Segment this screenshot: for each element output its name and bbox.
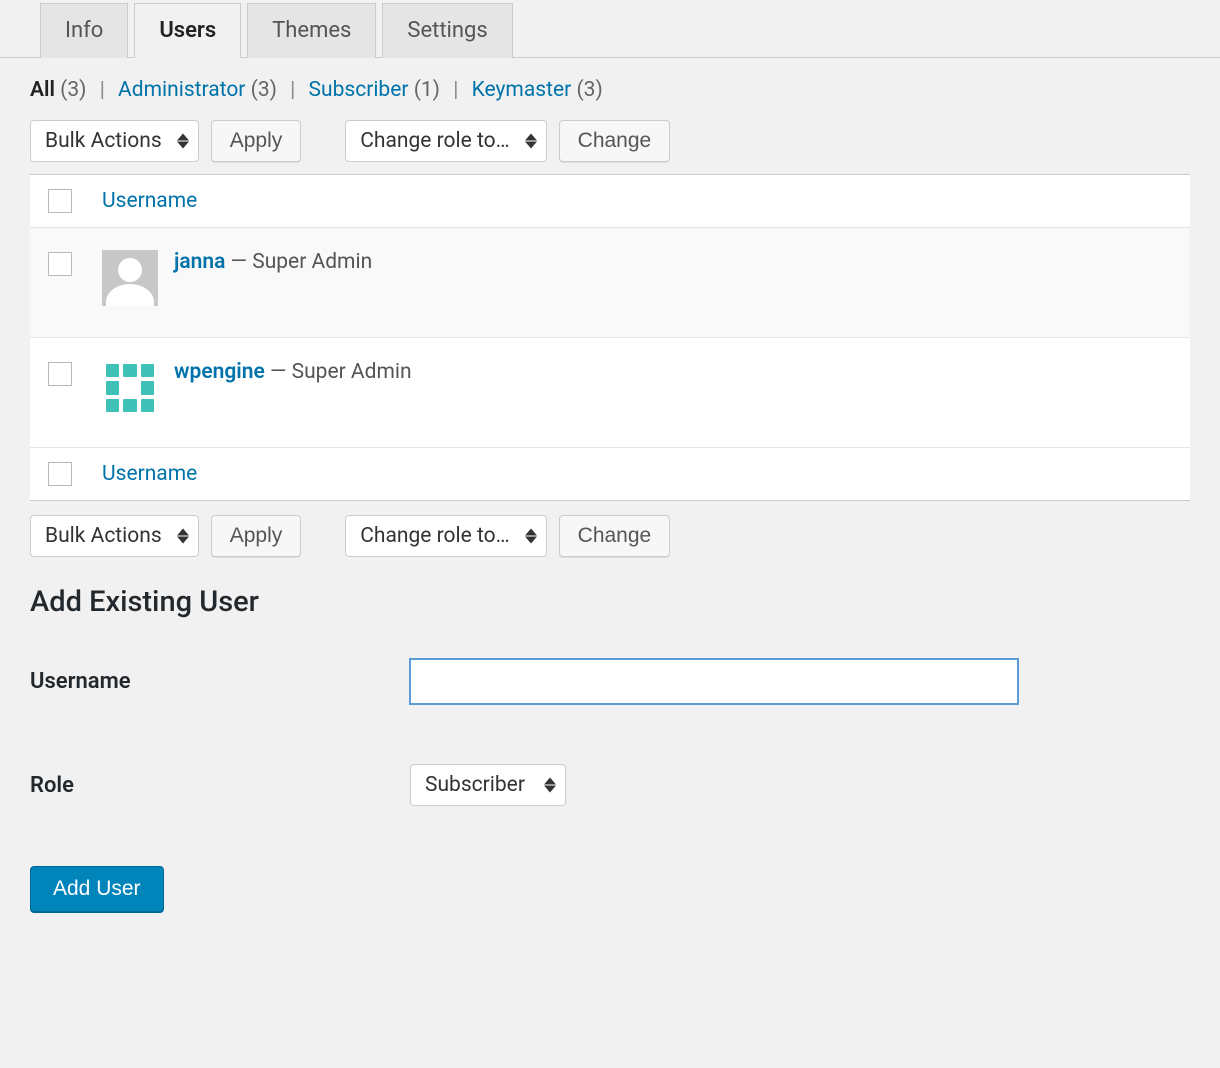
add-existing-user-heading: Add Existing User bbox=[30, 585, 1190, 619]
sort-icon bbox=[525, 529, 537, 544]
change-button-bottom[interactable]: Change bbox=[559, 515, 671, 557]
username-link[interactable]: janna bbox=[174, 250, 225, 274]
user-cell: wpengine — Super Admin bbox=[174, 360, 412, 384]
filter-keymaster[interactable]: Keymaster bbox=[472, 78, 572, 102]
row-checkbox[interactable] bbox=[48, 362, 72, 386]
user-cell: janna — Super Admin bbox=[174, 250, 372, 274]
tabs: Info Users Themes Settings bbox=[0, 0, 1220, 58]
filter-administrator[interactable]: Administrator bbox=[118, 78, 245, 102]
username-input[interactable] bbox=[410, 659, 1018, 704]
tab-settings[interactable]: Settings bbox=[382, 3, 512, 58]
filter-all[interactable]: All bbox=[30, 78, 55, 102]
select-all-checkbox-bottom[interactable] bbox=[48, 462, 72, 486]
table-row: wpengine — Super Admin bbox=[30, 338, 1190, 448]
table-row: janna — Super Admin bbox=[30, 228, 1190, 338]
select-all-checkbox[interactable] bbox=[48, 189, 72, 213]
bulk-actions-select-bottom[interactable]: Bulk Actions bbox=[30, 515, 199, 557]
change-role-select[interactable]: Change role to… bbox=[345, 120, 546, 162]
role-select[interactable]: Subscriber bbox=[410, 764, 566, 806]
column-username-bottom[interactable]: Username bbox=[102, 462, 197, 486]
row-checkbox[interactable] bbox=[48, 252, 72, 276]
avatar bbox=[102, 250, 158, 306]
filter-links: All (3) | Administrator (3) | Subscriber… bbox=[30, 78, 1190, 102]
sort-icon bbox=[177, 529, 189, 544]
tab-themes[interactable]: Themes bbox=[247, 3, 376, 58]
apply-button[interactable]: Apply bbox=[211, 120, 302, 162]
filter-all-count: (3) bbox=[60, 78, 86, 102]
action-bar-top: Bulk Actions Apply Change role to… Chang… bbox=[30, 120, 1190, 162]
add-user-button[interactable]: Add User bbox=[30, 866, 164, 912]
users-table: Username janna — Super Admin wpengine — … bbox=[30, 174, 1190, 501]
form-row-role: Role Subscriber bbox=[30, 764, 1190, 806]
change-button[interactable]: Change bbox=[559, 120, 671, 162]
username-link[interactable]: wpengine bbox=[174, 360, 265, 384]
username-label: Username bbox=[30, 669, 410, 694]
sort-icon bbox=[177, 134, 189, 149]
apply-button-bottom[interactable]: Apply bbox=[211, 515, 302, 557]
column-username[interactable]: Username bbox=[102, 189, 197, 213]
bulk-actions-select[interactable]: Bulk Actions bbox=[30, 120, 199, 162]
tab-info[interactable]: Info bbox=[40, 3, 128, 58]
sort-icon bbox=[544, 778, 556, 793]
user-role: Super Admin bbox=[252, 250, 372, 274]
filter-subscriber[interactable]: Subscriber bbox=[309, 78, 409, 102]
table-header: Username bbox=[30, 175, 1190, 228]
action-bar-bottom: Bulk Actions Apply Change role to… Chang… bbox=[30, 515, 1190, 557]
filter-administrator-count: (3) bbox=[251, 78, 277, 102]
role-label: Role bbox=[30, 773, 410, 798]
tab-users[interactable]: Users bbox=[134, 3, 241, 58]
form-row-username: Username bbox=[30, 659, 1190, 704]
sort-icon bbox=[525, 134, 537, 149]
table-footer: Username bbox=[30, 448, 1190, 500]
avatar bbox=[102, 360, 158, 416]
change-role-select-bottom[interactable]: Change role to… bbox=[345, 515, 546, 557]
filter-keymaster-count: (3) bbox=[576, 78, 602, 102]
filter-subscriber-count: (1) bbox=[414, 78, 440, 102]
user-role: Super Admin bbox=[292, 360, 412, 384]
